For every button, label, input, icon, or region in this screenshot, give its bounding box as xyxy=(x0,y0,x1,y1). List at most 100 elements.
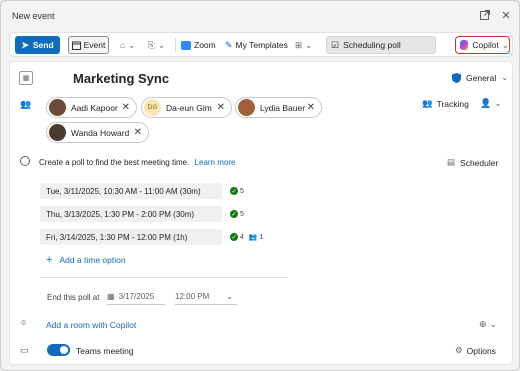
shield-icon xyxy=(452,72,461,83)
add-time-option-label: Add a time option xyxy=(59,255,126,265)
remove-icon[interactable]: ✕ xyxy=(134,127,142,138)
learn-more-link[interactable]: Learn more xyxy=(195,158,236,167)
attendee-chip[interactable]: DG Da-eun Gim ✕ xyxy=(141,97,232,118)
maybe-count: 1 xyxy=(259,233,264,241)
options-button[interactable]: ⚙ Options xyxy=(455,345,496,356)
event-type-button[interactable]: Event xyxy=(68,36,109,54)
scheduler-label: Scheduler xyxy=(460,157,499,168)
poll-prompt-text: Create a poll to find the best meeting t… xyxy=(39,158,190,167)
location-icon: ⌾ xyxy=(21,318,27,328)
send-button[interactable]: ➤ Send xyxy=(15,36,60,54)
gear-icon: ⚙ xyxy=(455,345,463,355)
chevron-down-icon: ⌄ xyxy=(494,98,502,108)
zoom-icon xyxy=(181,40,191,50)
poll-votes: ✓ 4 👥 1 xyxy=(230,233,264,241)
scheduler-button[interactable]: ▤ Scheduler xyxy=(447,157,498,168)
title-bar: New event ✕ xyxy=(1,1,519,29)
send-label: Send xyxy=(32,40,54,50)
poll-option[interactable]: Tue, 3/11/2025, 10:30 AM - 11:00 AM (30m… xyxy=(40,183,222,199)
chevron-down-icon: ⌄ xyxy=(489,319,498,329)
copilot-button[interactable]: Copilot ⌄ xyxy=(455,36,510,54)
scheduler-icon: ▤ xyxy=(447,157,456,167)
copilot-icon xyxy=(460,40,469,50)
plus-icon: + xyxy=(46,254,53,266)
yes-count: 4 xyxy=(240,233,244,241)
remove-icon[interactable]: ✕ xyxy=(217,102,225,113)
tracking-button[interactable]: 👥 Tracking xyxy=(422,98,469,109)
options-label: Options xyxy=(466,345,496,356)
toolbar: ➤ Send Event ⌂ ⌄ ⎘ ⌄ Zoom ✎ My Templates ⊞… xyxy=(9,32,513,57)
event-form: ▦ Marketing Sync General ⌄ 👥 Aadi Kapoor… xyxy=(9,61,513,365)
yes-count: 5 xyxy=(240,210,244,218)
my-templates-button[interactable]: ✎ My Templates xyxy=(225,36,288,54)
chevron-down-icon: ⌄ xyxy=(305,39,313,50)
poll-option[interactable]: Thu, 3/13/2025, 1:30 PM - 2:00 PM (30m) xyxy=(40,206,222,222)
attendee-chip[interactable]: Aadi Kapoor ✕ xyxy=(46,97,137,118)
sensitivity-label: General xyxy=(466,72,497,83)
subject-input[interactable]: Marketing Sync xyxy=(73,71,169,86)
window-title: New event xyxy=(12,11,55,21)
toolbar-divider xyxy=(175,38,176,52)
scheduling-poll-label: Scheduling poll xyxy=(343,40,401,50)
poll-votes: ✓ 5 xyxy=(230,210,244,218)
remove-icon[interactable]: ✕ xyxy=(122,102,130,113)
people-tracking-icon: 👥 xyxy=(422,98,433,108)
check-icon: ✓ xyxy=(230,187,238,195)
add-time-option-button[interactable]: + Add a time option xyxy=(46,254,126,266)
yes-count: 5 xyxy=(240,187,244,195)
attendee-name: Da-eun Gim xyxy=(166,102,212,113)
location-add-icon: ⊕ xyxy=(479,319,487,329)
tag-icon: ⌂ xyxy=(120,40,126,50)
attendee-chip[interactable]: Lydia Bauer ✕ xyxy=(235,97,322,118)
teams-meeting-label: Teams meeting xyxy=(76,346,134,356)
calendar-icon xyxy=(71,41,81,50)
chevron-down-icon: ⌄ xyxy=(501,39,509,50)
event-label: Event xyxy=(83,40,106,50)
attendee-options-dropdown[interactable]: 👤 ⌄ xyxy=(480,98,502,109)
attendee-chip[interactable]: Wanda Howard ✕ xyxy=(46,122,149,143)
video-icon: ▭ xyxy=(20,345,29,355)
add-room-link[interactable]: Add a room with Copilot xyxy=(46,320,136,330)
attendee-name: Aadi Kapoor xyxy=(71,102,118,113)
calendar-edit-icon: ▦ xyxy=(19,71,33,85)
end-date-value: 3/17/2025 xyxy=(118,292,155,301)
end-time-dropdown[interactable]: 12:00 PM ⌄ xyxy=(175,289,237,305)
chevron-down-icon: ⌄ xyxy=(226,292,233,301)
attendee-name: Lydia Bauer xyxy=(260,102,306,113)
poll-option[interactable]: Fri, 3/14/2025, 1:30 PM - 12:00 PM (1h) xyxy=(40,229,222,245)
zoom-label: Zoom xyxy=(194,40,216,50)
check-icon: ✓ xyxy=(230,210,238,218)
avatar xyxy=(238,99,255,116)
apps-dropdown[interactable]: ⊞ ⌄ xyxy=(295,36,312,54)
chevron-down-icon: ⌄ xyxy=(501,72,509,82)
check-icon: ✓ xyxy=(230,233,238,241)
poll-prompt: Create a poll to find the best meeting t… xyxy=(39,158,235,167)
apps-grid-icon: ⊞ xyxy=(295,39,303,50)
close-icon[interactable]: ✕ xyxy=(498,7,514,23)
end-date-input[interactable]: ▦ 3/17/2025 xyxy=(107,289,165,305)
new-event-window: New event ✕ ➤ Send Event ⌂ ⌄ ⎘ ⌄ Zoom ✎ My… xyxy=(0,0,520,371)
status-dropdown[interactable]: ⎘ ⌄ xyxy=(148,36,165,54)
chevron-down-icon: ⌄ xyxy=(128,39,136,50)
zoom-button[interactable]: Zoom xyxy=(181,36,216,54)
pop-out-icon[interactable] xyxy=(477,7,493,23)
chevron-down-icon: ⌄ xyxy=(157,39,165,50)
avatar xyxy=(49,124,66,141)
attendee-name: Wanda Howard xyxy=(71,127,130,138)
end-time-value: 12:00 PM xyxy=(175,292,210,301)
people-settings-icon: 👤 xyxy=(480,98,492,108)
tracking-label: Tracking xyxy=(436,98,469,109)
remove-icon[interactable]: ✕ xyxy=(307,102,315,113)
room-options-dropdown[interactable]: ⊕ ⌄ xyxy=(479,319,497,330)
avatar: DG xyxy=(144,99,161,116)
copilot-label: Copilot xyxy=(472,40,499,50)
teams-meeting-toggle[interactable] xyxy=(47,344,70,356)
calendar-icon: ▦ xyxy=(107,292,115,301)
tag-dropdown[interactable]: ⌂ ⌄ xyxy=(120,36,135,54)
divider xyxy=(40,277,288,278)
avatar xyxy=(49,99,66,116)
sensitivity-dropdown[interactable]: General ⌄ xyxy=(452,72,508,83)
poll-icon: ☑ xyxy=(331,39,340,50)
send-icon: ➤ xyxy=(21,39,29,50)
scheduling-poll-button[interactable]: ☑ Scheduling poll xyxy=(326,36,436,54)
